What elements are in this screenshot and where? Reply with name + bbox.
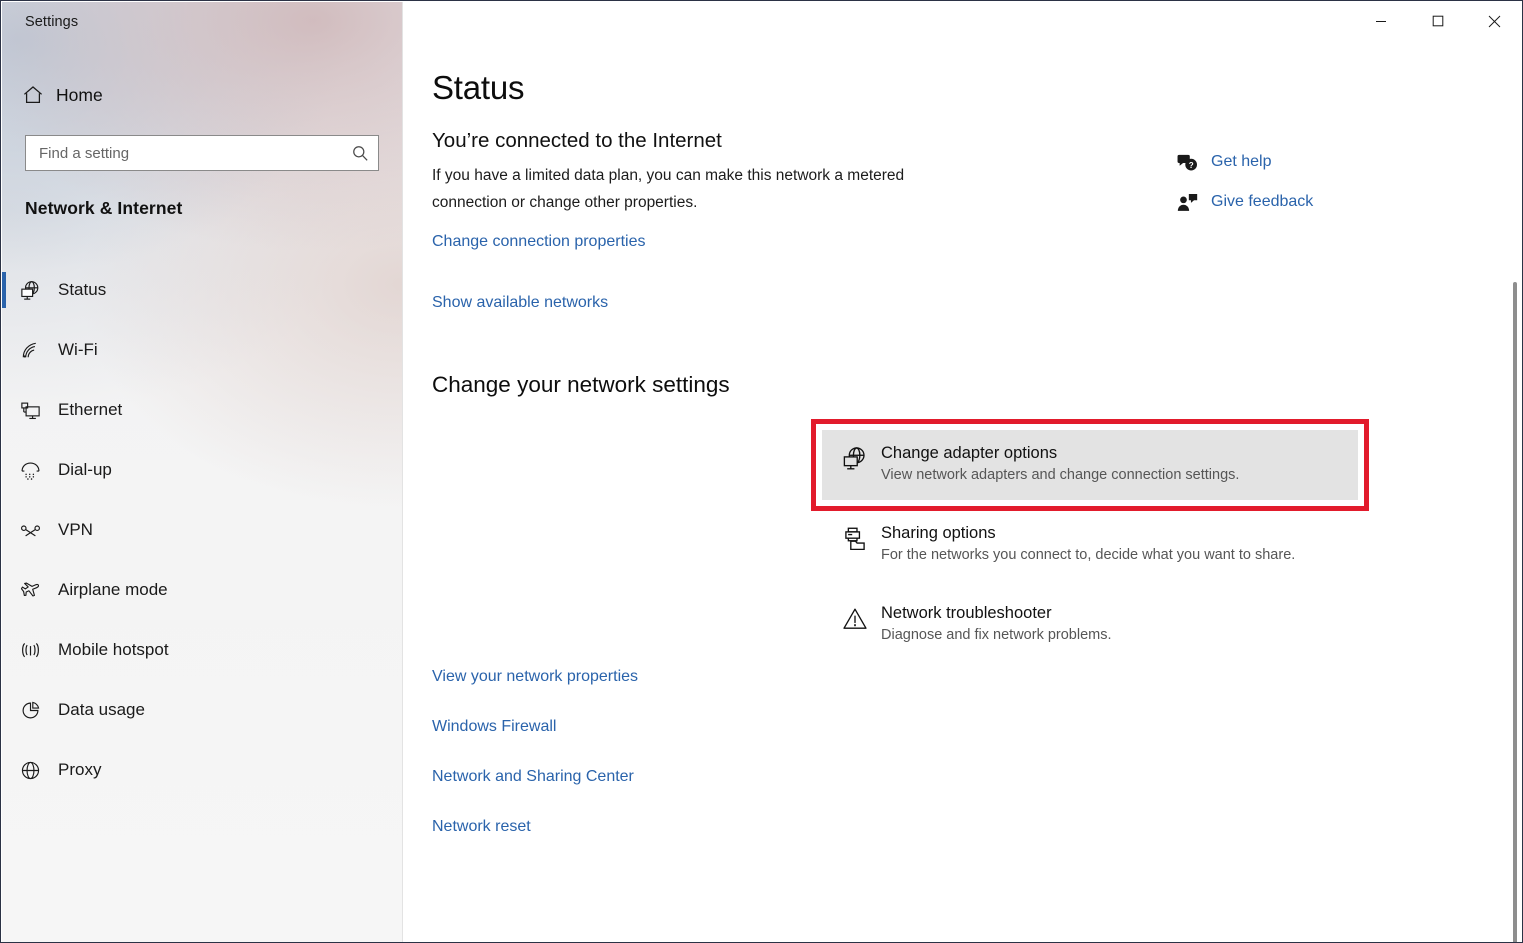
link-network-reset[interactable]: Network reset (432, 818, 531, 836)
option-change-adapter-options[interactable]: Change adapter options View network adap… (829, 442, 1239, 486)
link-view-network-properties[interactable]: View your network properties (432, 668, 638, 686)
option-title: Sharing options (881, 524, 996, 542)
page-title: Status (432, 69, 525, 106)
vertical-scrollbar[interactable] (1507, 40, 1522, 942)
sidebar-item-home[interactable]: Home (10, 75, 394, 115)
window-controls (1352, 2, 1522, 40)
sidebar-item-mobile-hotspot[interactable]: Mobile hotspot (2, 620, 403, 680)
connection-status-description: If you have a limited data plan, you can… (432, 167, 905, 211)
sidebar: Settings Home Network & Internet (2, 2, 403, 942)
globe-monitor-icon (829, 442, 881, 473)
option-title: Network troubleshooter (881, 604, 1052, 622)
sidebar-nav: Status Wi-Fi Ethernet Dial-up VPN Airpla… (2, 260, 403, 800)
search-icon[interactable] (342, 136, 378, 170)
sidebar-item-vpn-label: VPN (58, 520, 93, 539)
search-input[interactable] (26, 136, 342, 170)
sidebar-item-airplane-mode-label: Airplane mode (58, 580, 168, 599)
network-settings-heading: Change your network settings (432, 372, 730, 397)
link-give-feedback[interactable]: Give feedback (1163, 182, 1313, 222)
scrollbar-thumb[interactable] (1513, 282, 1517, 942)
sidebar-item-status-label: Status (58, 280, 107, 299)
help-bubble-icon: ? (1163, 151, 1211, 174)
main-content: Status You’re connected to the Internet … (403, 2, 1522, 942)
link-show-available-networks[interactable]: Show available networks (432, 294, 608, 312)
feedback-person-icon (1163, 191, 1211, 214)
help-column: ? Get help Give feedback (1163, 142, 1313, 222)
option-title: Change adapter options (881, 444, 1058, 462)
option-text: Sharing options For the networks you con… (881, 522, 1295, 566)
sidebar-item-status[interactable]: Status (2, 260, 403, 320)
globe-monitor-icon (2, 279, 58, 302)
link-give-feedback-label: Give feedback (1211, 193, 1314, 210)
option-sharing-options[interactable]: Sharing options For the networks you con… (829, 522, 1295, 566)
sidebar-category-title: Network & Internet (25, 198, 183, 218)
link-get-help[interactable]: ? Get help (1163, 142, 1313, 182)
option-description: For the networks you connect to, decide … (881, 547, 1296, 563)
maximize-button[interactable] (1409, 2, 1466, 40)
airplane-icon (2, 579, 58, 602)
sidebar-item-dialup[interactable]: Dial-up (2, 440, 403, 500)
sidebar-item-dialup-label: Dial-up (58, 460, 112, 479)
dialup-icon (2, 459, 58, 482)
hotspot-icon (2, 639, 58, 662)
option-text: Network troubleshooter Diagnose and fix … (881, 602, 1112, 646)
pie-chart-icon (2, 699, 58, 722)
link-get-help-label: Get help (1211, 153, 1272, 170)
option-network-troubleshooter[interactable]: Network troubleshooter Diagnose and fix … (829, 602, 1112, 646)
sidebar-item-vpn[interactable]: VPN (2, 500, 403, 560)
sidebar-item-wifi-label: Wi-Fi (58, 340, 98, 359)
option-description: View network adapters and change connect… (881, 467, 1240, 483)
minimize-button[interactable] (1352, 2, 1409, 40)
link-windows-firewall[interactable]: Windows Firewall (432, 718, 556, 736)
sidebar-item-data-usage-label: Data usage (58, 700, 145, 719)
selection-indicator (2, 272, 6, 308)
vpn-icon (2, 519, 58, 542)
ethernet-icon (2, 399, 58, 422)
option-description: Diagnose and fix network problems. (881, 627, 1112, 643)
home-icon (10, 83, 56, 107)
sidebar-item-mobile-hotspot-label: Mobile hotspot (58, 640, 169, 659)
sidebar-item-home-label: Home (56, 84, 103, 105)
sidebar-item-ethernet[interactable]: Ethernet (2, 380, 403, 440)
settings-window: Settings Home Network & Internet (0, 0, 1523, 943)
warning-triangle-icon (829, 602, 881, 633)
wifi-icon (2, 339, 58, 362)
sidebar-item-airplane-mode[interactable]: Airplane mode (2, 560, 403, 620)
option-text: Change adapter options View network adap… (881, 442, 1239, 486)
window-title: Settings (25, 14, 79, 30)
globe-icon (2, 759, 58, 782)
sidebar-item-proxy-label: Proxy (58, 760, 102, 779)
connection-status-heading: You’re connected to the Internet (432, 129, 722, 152)
sidebar-item-proxy[interactable]: Proxy (2, 740, 403, 800)
sidebar-item-ethernet-label: Ethernet (58, 400, 123, 419)
printer-folder-icon (829, 522, 881, 553)
link-change-connection-properties[interactable]: Change connection properties (432, 233, 645, 251)
sidebar-item-wifi[interactable]: Wi-Fi (2, 320, 403, 380)
sidebar-item-data-usage[interactable]: Data usage (2, 680, 403, 740)
link-network-sharing-center[interactable]: Network and Sharing Center (432, 768, 634, 786)
search-box[interactable] (25, 135, 379, 171)
svg-text:?: ? (1188, 160, 1193, 169)
close-button[interactable] (1466, 2, 1522, 40)
